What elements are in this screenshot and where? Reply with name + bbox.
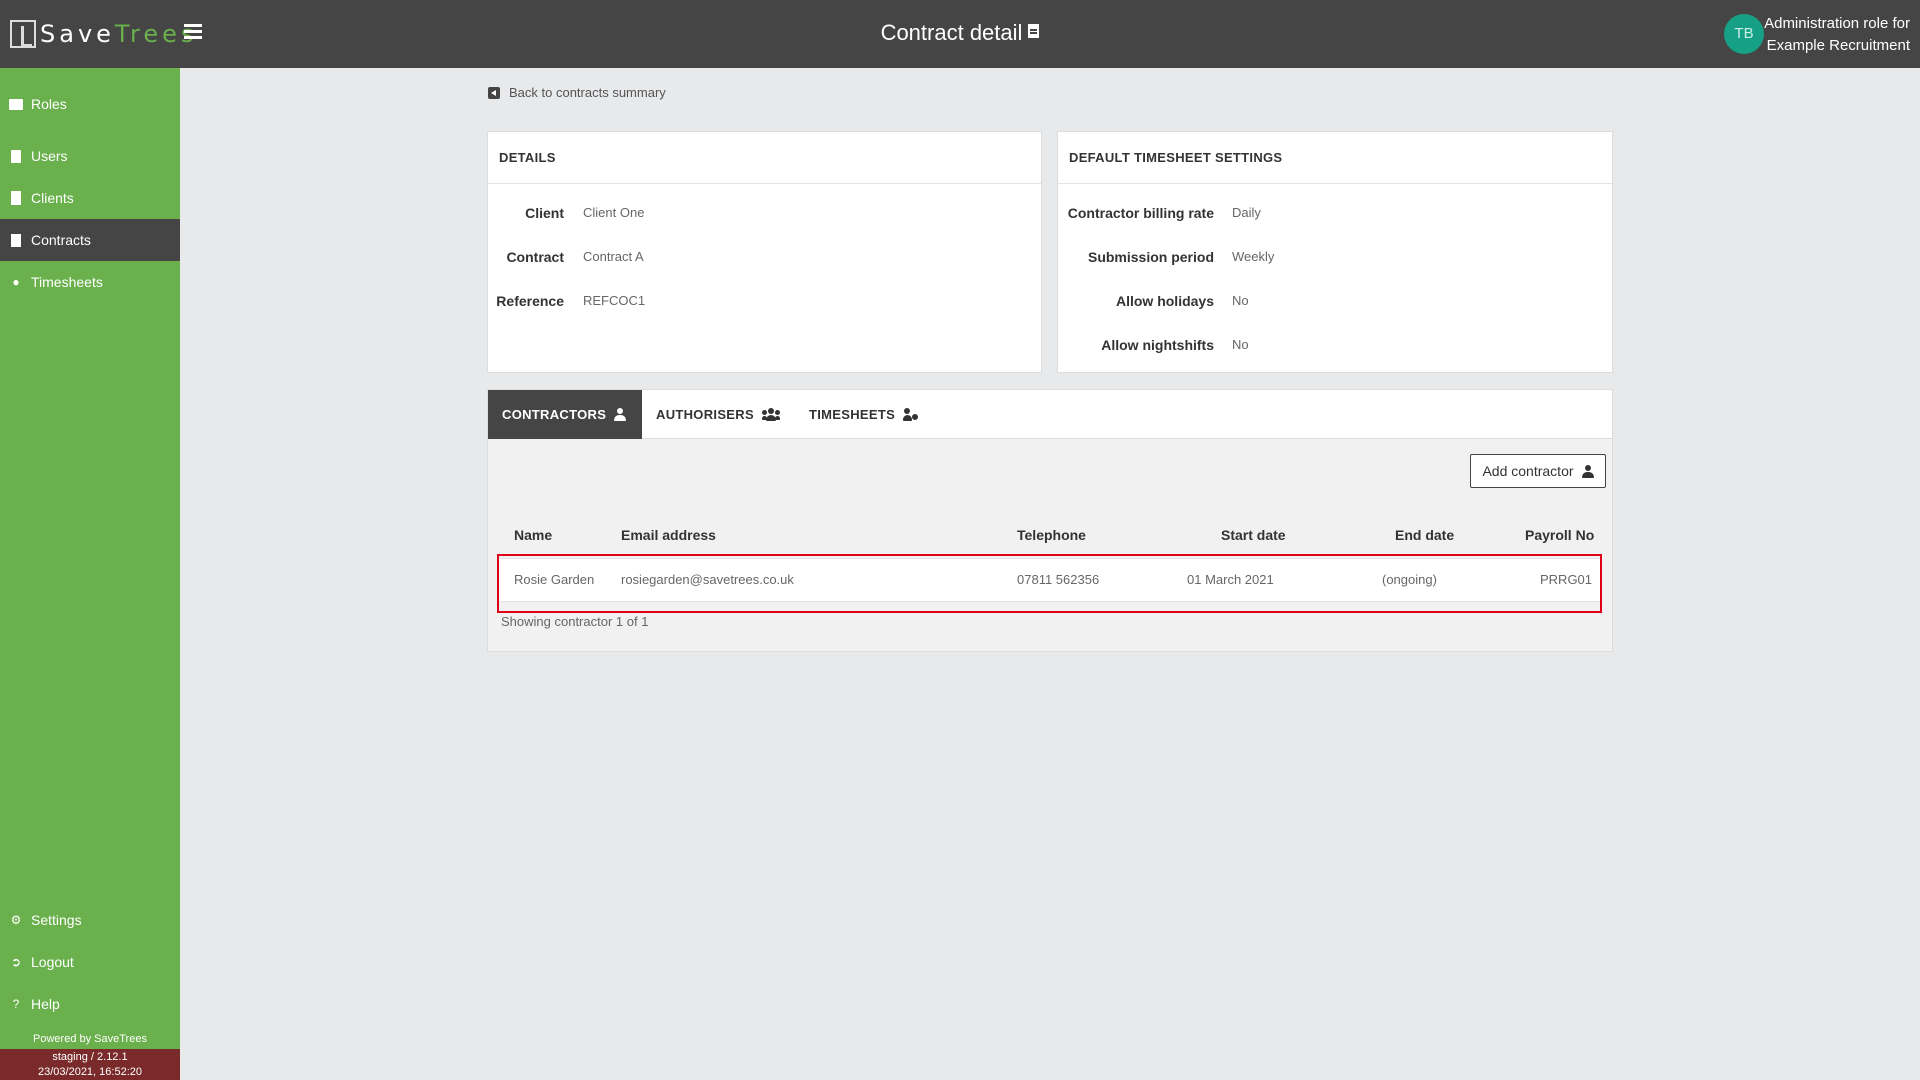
submission-period-value: Weekly [1232,249,1275,264]
help-icon: ? [12,997,20,1011]
allow-holidays-label: Allow holidays [1115,293,1214,309]
sidebar-item-contracts[interactable]: Contracts [0,219,180,261]
back-link[interactable]: Back to contracts summary [488,85,666,100]
sidebar-item-logout[interactable]: ➲ Logout [0,941,180,983]
timesheet-settings-heading: DEFAULT TIMESHEET SETTINGS [1058,132,1612,184]
header-telephone: Telephone [1017,527,1086,543]
sidebar-item-roles[interactable]: Roles [0,83,180,125]
users-icon [761,408,780,421]
details-heading: DETAILS [488,132,1041,184]
user-clock-icon: ● [12,275,20,289]
sidebar: Roles Users Clients Contracts ● Timeshee… [0,68,180,1080]
avatar[interactable]: TB [1724,14,1764,54]
billing-rate-value: Daily [1232,205,1261,220]
timesheet-settings-card: DEFAULT TIMESHEET SETTINGS Contractor bi… [1057,131,1613,373]
sidebar-item-clients[interactable]: Clients [0,177,180,219]
tab-timesheets[interactable]: TIMESHEETS [795,390,933,439]
file-icon [9,233,23,247]
sidebar-item-users[interactable]: Users [0,135,180,177]
header-payroll-no: Payroll No [1525,527,1595,543]
building-icon [9,191,23,205]
sidebar-item-settings[interactable]: ⚙ Settings [0,899,180,941]
showing-count: Showing contractor 1 of 1 [501,614,649,629]
details-card: DETAILS Client Client One Contract Contr… [487,131,1042,373]
billing-rate-label: Contractor billing rate [1067,205,1214,221]
environment-info: staging / 2.12.1 23/03/2021, 16:52:20 [0,1049,180,1080]
row-highlight [497,554,1602,613]
gear-icon: ⚙ [10,913,22,927]
id-card-icon [9,97,23,111]
add-contractor-button[interactable]: Add contractor [1470,454,1606,488]
allow-nightshifts-value: No [1232,337,1249,352]
header-end-date: End date [1395,527,1455,543]
user-badge-icon [9,149,23,163]
back-icon [488,86,500,99]
role-text: Administration role for Example Recruitm… [1764,15,1910,54]
logout-icon: ➲ [10,955,22,969]
top-bar: SaveTrees Contract detail TB Administrat… [0,0,1920,68]
person-icon [614,408,627,421]
allow-nightshifts-label: Allow nightshifts [1101,337,1214,353]
header-name: Name [514,527,553,543]
powered-by: Powered by SaveTrees [33,1033,147,1045]
header-start-date: Start date [1221,527,1286,543]
person-icon [1581,464,1594,478]
user-clock-icon [903,408,920,421]
tab-authorisers[interactable]: AUTHORISERS [642,390,794,439]
allow-holidays-value: No [1232,293,1249,308]
tab-contractors[interactable]: CONTRACTORS [488,390,642,439]
sidebar-item-timesheets[interactable]: ● Timesheets [0,261,180,303]
page-title: Contract detail [0,20,1920,46]
reference-label: Reference [496,293,564,309]
reference-value: REFCOC1 [583,293,646,308]
sidebar-item-help[interactable]: ? Help [0,983,180,1025]
tab-bar: CONTRACTORS AUTHORISERS TIMESHEETS [488,390,1612,439]
submission-period-label: Submission period [1087,249,1214,265]
client-label: Client [525,205,564,221]
client-value: Client One [583,205,645,220]
contract-label: Contract [506,249,564,265]
header-email: Email address [621,527,716,543]
document-icon [1028,24,1040,38]
contract-value: Contract A [583,249,644,264]
